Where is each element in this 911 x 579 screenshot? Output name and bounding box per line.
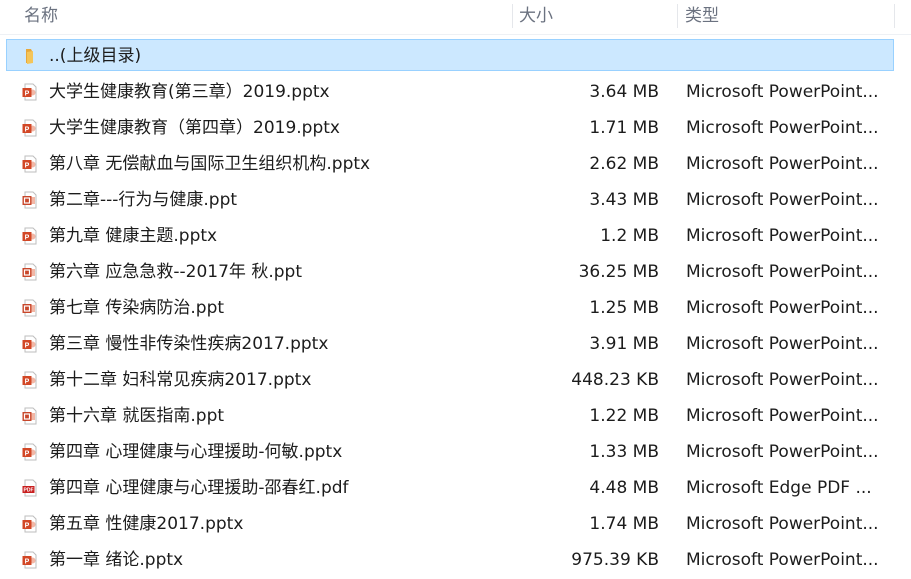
file-type: Microsoft PowerPoint... [686,550,879,570]
file-row[interactable]: P 大学生健康教育（第四章）2019.pptx 1.71 MB Microsoft P… [0,110,911,146]
svg-text:P: P [25,234,30,241]
file-name: 大学生健康教育（第四章）2019.pptx [49,118,340,138]
file-type: Microsoft PowerPoint... [686,118,879,138]
file-row[interactable]: P 第五章 性健康2017.pptx 1.74 MB Microsoft PowerP… [0,506,911,542]
pptx-file-icon: P [22,443,38,461]
file-row[interactable]: P 第八章 无偿献血与国际卫生组织机构.pptx 2.62 MB Microsoft … [0,146,911,182]
file-name: 第八章 无偿献血与国际卫生组织机构.pptx [49,154,371,174]
file-type: Microsoft PowerPoint... [686,406,879,426]
file-type: Microsoft PowerPoint... [686,262,879,282]
file-row[interactable]: P 第九章 健康主题.pptx 1.2 MB Microsoft PowerPoint… [0,218,911,254]
svg-text:P: P [25,378,30,385]
file-name: 第四章 心理健康与心理援助-邵春红.pdf [49,478,349,498]
ppt-file-icon [22,407,38,425]
file-size: 975.39 KB [571,550,659,570]
svg-text:PDF: PDF [24,488,34,494]
file-name: 第一章 绪论.pptx [49,550,184,570]
svg-text:P: P [25,522,30,529]
column-divider[interactable] [512,4,513,28]
file-name: ..(上级目录) [49,46,142,66]
file-row[interactable]: P 第十二章 妇科常见疾病2017.pptx 448.23 KB Microsoft … [0,362,911,398]
file-row[interactable]: 第七章 传染病防治.ppt 1.25 MB Microsoft PowerPoint… [0,290,911,326]
file-size: 4.48 MB [589,478,659,498]
file-size: 1.25 MB [589,298,659,318]
pdf-file-icon: PDF [22,479,38,497]
pptx-file-icon: P [22,155,38,173]
file-row[interactable]: PDF 第四章 心理健康与心理援助-邵春红.pdf 4.48 MB Microsoft… [0,470,911,506]
file-name: 第二章---行为与健康.ppt [49,190,238,210]
pptx-file-icon: P [22,227,38,245]
svg-text:P: P [25,558,30,565]
file-row[interactable]: 第二章---行为与健康.ppt 3.43 MB Microsoft PowerPoi… [0,182,911,218]
file-name: 第十六章 就医指南.ppt [49,406,225,426]
file-list: ..(上级目录) P 大学生健康教育(第三章）2019.pptx 3.64 MB Mi… [0,38,911,578]
file-size: 1.74 MB [589,514,659,534]
file-name: 第十二章 妇科常见疾病2017.pptx [49,370,312,390]
file-row[interactable]: 第十六章 就医指南.ppt 1.22 MB Microsoft PowerPoint… [0,398,911,434]
file-type: Microsoft PowerPoint... [686,370,879,390]
file-type: Microsoft PowerPoint... [686,190,879,210]
pptx-file-icon: P [22,83,38,101]
file-size: 1.2 MB [600,226,659,246]
file-type: Microsoft PowerPoint... [686,298,879,318]
column-header-name[interactable]: 名称 [24,0,509,34]
pptx-file-icon: P [22,551,38,569]
file-type: Microsoft PowerPoint... [686,514,879,534]
svg-text:P: P [25,342,30,349]
file-type: Microsoft PowerPoint... [686,442,879,462]
pptx-file-icon: P [22,119,38,137]
svg-text:P: P [25,162,30,169]
pptx-file-icon: P [22,371,38,389]
column-header-bar: 名称 大小 类型 [0,0,911,35]
svg-text:P: P [25,450,30,457]
file-name: 大学生健康教育(第三章）2019.pptx [49,82,330,102]
ppt-file-icon [22,191,38,209]
file-size: 448.23 KB [571,370,659,390]
file-row[interactable]: P 第一章 绪论.pptx 975.39 KB Microsoft PowerPoin… [0,542,911,578]
svg-text:P: P [25,90,30,97]
file-row[interactable]: P 第四章 心理健康与心理援助-何敏.pptx 1.33 MB Microsoft P… [0,434,911,470]
column-header-size[interactable]: 大小 [519,0,669,34]
file-size: 2.62 MB [589,154,659,174]
file-name: 第七章 传染病防治.ppt [49,298,225,318]
folder-icon [22,47,38,65]
svg-text:P: P [25,126,30,133]
file-size: 3.91 MB [589,334,659,354]
file-name: 第九章 健康主题.pptx [49,226,218,246]
column-divider[interactable] [894,4,895,28]
file-size: 1.22 MB [589,406,659,426]
file-size: 1.33 MB [589,442,659,462]
ppt-file-icon [22,263,38,281]
parent-directory-row[interactable]: ..(上级目录) [0,38,911,74]
file-size: 36.25 MB [578,262,659,282]
file-size: 3.64 MB [589,82,659,102]
pptx-file-icon: P [22,515,38,533]
file-row[interactable]: P 第三章 慢性非传染性疾病2017.pptx 3.91 MB Microsoft P… [0,326,911,362]
file-name: 第四章 心理健康与心理援助-何敏.pptx [49,442,343,462]
file-type: Microsoft PowerPoint... [686,154,879,174]
file-size: 3.43 MB [589,190,659,210]
file-type: Microsoft PowerPoint... [686,82,879,102]
column-header-type[interactable]: 类型 [685,0,885,34]
file-name: 第六章 应急急救--2017年 秋.ppt [49,262,302,282]
file-size: 1.71 MB [589,118,659,138]
file-name: 第五章 性健康2017.pptx [49,514,244,534]
file-name: 第三章 慢性非传染性疾病2017.pptx [49,334,329,354]
file-row[interactable]: P 大学生健康教育(第三章）2019.pptx 3.64 MB Microsoft P… [0,74,911,110]
column-divider[interactable] [677,4,678,28]
file-type: Microsoft Edge PDF ... [686,478,872,498]
pptx-file-icon: P [22,335,38,353]
file-row[interactable]: 第六章 应急急救--2017年 秋.ppt 36.25 MB Microsoft P… [0,254,911,290]
ppt-file-icon [22,299,38,317]
file-type: Microsoft PowerPoint... [686,226,879,246]
file-type: Microsoft PowerPoint... [686,334,879,354]
